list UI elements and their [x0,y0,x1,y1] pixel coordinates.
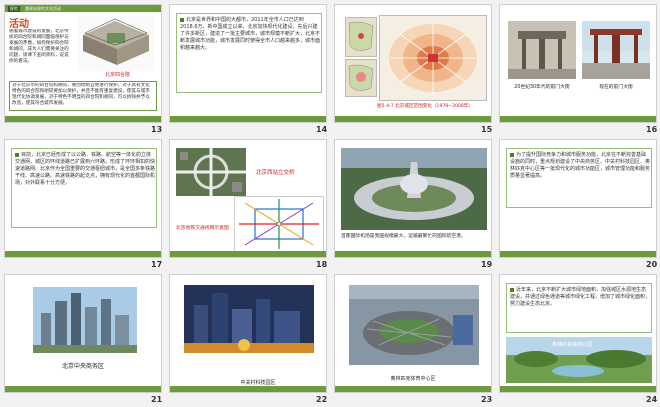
slide-footer [500,116,656,122]
slide-thumbnail-21[interactable]: 北京中央商务区 [4,274,162,393]
slide-number: 23 [481,395,493,404]
paragraph: 为了提升国际竞争力和城市服务功能，北京在不断完善基础设施的同时，重点规划建设了中… [510,152,651,179]
slide-number: 22 [316,395,328,404]
slide-number: 17 [151,260,163,269]
modern-qianmen-photo [582,21,650,79]
courtyard-photo [77,15,155,71]
airport-photo [341,148,487,230]
slide-thumbnail-24[interactable]: 近年来，北京不断扩大城市绿地面积，加强城区水源地生态建设，并通过绿色通道等城市绿… [499,274,657,393]
forest-park-label: 奥林匹克森林公园 [552,342,593,348]
airport-sentence: 首都国际机场是我国规模最大、运输最繁忙的国际航空港。 [341,234,466,239]
slide-thumbnail-15[interactable]: 图5-4-7 北京城区范围变化（1978~2008年） [334,4,492,123]
slide-text: 北京是世界和中国的大都市，2011年全市人口已达到2018.6万，新中国成立以来… [180,17,320,52]
text-box: 北京是世界和中国的大都市，2011年全市人口已达到2018.6万，新中国成立以来… [176,13,322,93]
slide-thumbnail-18[interactable]: 北京西站立交桥 北京地铁交通线网示意图 [169,139,327,258]
slide-number: 20 [646,260,658,269]
slide-number: 16 [646,125,658,134]
slide-thumbnail-23[interactable]: 奥林匹克体育中心区 [334,274,492,393]
bullet-icon [180,17,184,22]
old-qianmen-photo [508,21,576,79]
map-caption: 图5-4-7 北京城区范围变化（1978~2008年） [377,104,473,109]
slide-footer [5,386,161,392]
slide-footer [170,251,326,257]
slide-thumbnail-16[interactable]: 20世纪30年代的前门大街 现在的前门大街 [499,4,657,123]
text-box: 近年来，北京不断扩大城市绿地面积，加强城区水源地生态建设，并通过绿色通道等城市绿… [506,283,652,333]
slide-number: 14 [316,125,328,134]
text-box: 目前，北京已经形成了以公路、铁路、航空等一体化的立体交通网，城区的环线道路已扩展… [11,148,157,228]
zhongguancun-photo [184,285,314,353]
slide-footer [170,116,326,122]
subway-map-label: 北京地铁交通线网示意图 [176,226,229,231]
slide-thumbnail-14[interactable]: 北京是世界和中国的大都市，2011年全市人口已达到2018.6万，新中国成立以来… [169,4,327,123]
slide-thumbnail-22[interactable]: 中关村科技园区 [169,274,327,393]
slide-text: 目前，北京已经形成了以公路、铁路、航空等一体化的立体交通网，城区的环线道路已扩展… [15,152,155,187]
courtyard-label: 北京四合院 [105,72,131,78]
slide-footer [500,386,656,392]
activity-text: 随着城市建设的发展，北京传统的四合院和胡同面临保护与发展的矛盾，如何保护四合院和… [9,29,69,64]
interchange-label: 北京西站立交桥 [256,170,295,176]
answer-text: 对于北京市的四合院和胡同，要因地制宜地进行保护，对于具有文化特色的四合院和胡同要… [12,83,150,106]
slide-text: 为了提升国际竞争力和城市服务功能，北京在不断完善基础设施的同时，重点规划建设了中… [510,152,650,180]
header-text: 重视去探究文化活动 [25,6,61,11]
slide-number: 13 [151,125,163,134]
slide-number: 18 [316,260,328,269]
olympic-caption: 奥林匹克体育中心区 [390,376,436,382]
slide-footer [335,386,491,392]
paragraph: 近年来，北京不断扩大城市绿地面积，加强城区水源地生态建设，并通过绿色通道等城市绿… [510,287,651,307]
bullet-icon [510,287,514,292]
small-map-image [345,17,377,57]
slide-number: 15 [481,125,493,134]
new-photo-caption: 现在的前门大街 [599,85,633,90]
old-photo-caption: 20世纪30年代的前门大街 [514,85,570,90]
slide-thumbnail-17[interactable]: 目前，北京已经形成了以公路、铁路、航空等一体化的立体交通网，城区的环线道路已扩展… [4,139,162,258]
bullet-icon [510,152,514,157]
slide-number: 24 [646,395,658,404]
zhongguancun-caption: 中关村科技园区 [240,380,276,386]
subway-map [234,196,324,252]
slide-footer [5,116,161,122]
slide-text: 近年来，北京不断扩大城市绿地面积，加强城区水源地生态建设，并通过绿色通道等城市绿… [510,287,650,308]
cbd-caption: 北京中央商务区 [61,363,104,370]
slide-footer [500,251,656,257]
cbd-photo [33,287,137,353]
olympic-center-photo [349,285,479,365]
bullet-icon [15,152,19,157]
answer-box: 对于北京市的四合院和胡同，要因地制宜地进行保护，对于具有文化特色的四合院和胡同要… [9,81,157,111]
slide-footer [335,251,491,257]
airport-text: 首都国际机场是我国规模最大、运输最繁忙的国际航空港。 [341,234,487,240]
slide-title: 活动 [9,19,29,30]
slide-number: 19 [481,260,493,269]
paragraph: 北京是世界和中国的大都市，2011年全市人口已达到2018.6万，新中国成立以来… [180,17,321,51]
paragraph: 目前，北京已经形成了以公路、铁路、航空等一体化的立体交通网，城区的环线道路已扩展… [15,152,156,186]
city-expansion-map [379,15,487,101]
interchange-photo [176,148,246,196]
slide-footer [170,386,326,392]
slide-thumbnail-19[interactable]: 首都国际机场是我国规模最大、运输最繁忙的国际航空港。 [334,139,492,258]
slide-footer [5,251,161,257]
slide-thumbnail-13[interactable]: 探究 重视去探究文化活动 活动 随着城市建设的发展，北京传统的四合院和胡同面临保… [4,4,162,123]
slide-thumbnail-20[interactable]: 为了提升国际竞争力和城市服务功能，北京在不断完善基础设施的同时，重点规划建设了中… [499,139,657,258]
slide-footer [335,116,491,122]
small-map-image [345,59,377,97]
text-box: 为了提升国际竞争力和城市服务功能，北京在不断完善基础设施的同时，重点规划建设了中… [506,148,652,208]
slide-number: 21 [151,395,163,404]
tag-badge: 探究 [8,6,20,12]
